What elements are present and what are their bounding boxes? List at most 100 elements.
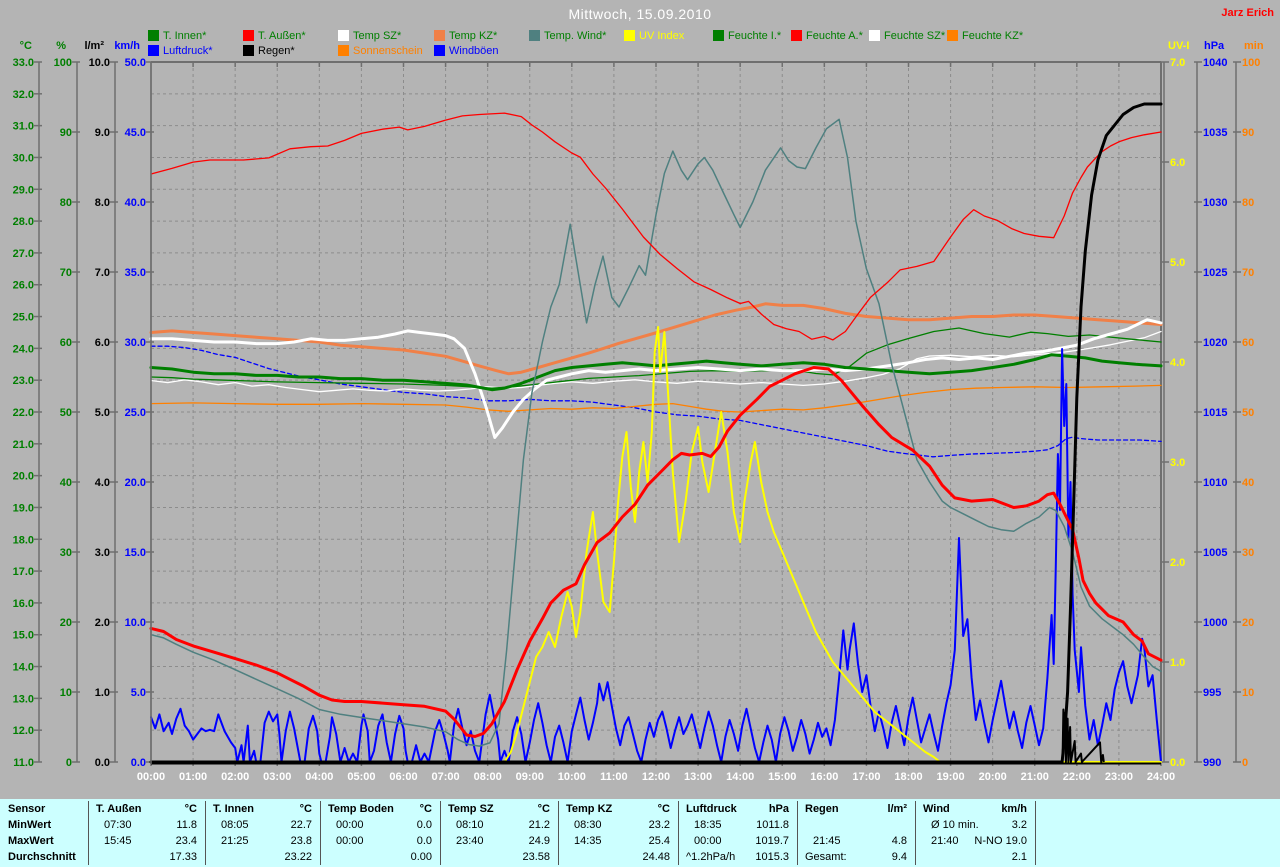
axis-tick-label: 990 [1203,757,1221,769]
axis-tick-label: 20.0 [13,471,34,483]
table-cell: N-NO 19.0 [915,835,1027,847]
series-t-innen [151,355,1161,390]
axis-tick-label: 35.0 [125,267,146,279]
axis-tick-label: 60 [1242,337,1254,349]
axis-tick-label: 1015 [1203,407,1227,419]
x-axis-label: 03:00 [263,771,291,783]
x-axis-label: 24:00 [1147,771,1175,783]
axis-tick-label: 70 [60,267,72,279]
axis-tick-label: 5.0 [1170,257,1185,269]
table-cell: 11.8 [88,819,197,831]
table-separator [915,801,916,865]
axis-tick-label: 5.0 [131,687,146,699]
table-cell: 0.00 [320,851,432,863]
axis-tick-label: 0.0 [95,757,110,769]
axis-tick-label: 90 [60,127,72,139]
axis-tick-label: 1030 [1203,197,1227,209]
axis-tick-label: 19.0 [13,502,34,514]
axis-tick-label: 1.0 [1170,657,1185,669]
table-cell: °C [320,803,432,815]
axis-tick-label: 18.0 [13,534,34,546]
table-separator [320,801,321,865]
table-cell: 1011.8 [678,819,789,831]
table-separator [797,801,798,865]
axis-tick-label: 26.0 [13,280,34,292]
axis-tick-label: 50 [60,407,72,419]
axis-tick-label: 31.0 [13,121,34,133]
table-cell: °C [88,803,197,815]
table-cell: 0.0 [320,835,432,847]
weather-app-window: Mittwoch, 15.09.2010 Jarz Erich T. Innen… [0,0,1280,867]
axis-tick-label: 995 [1203,687,1221,699]
table-cell: 21.2 [440,819,550,831]
axis-tick-label: 27.0 [13,248,34,260]
table-cell: 25.4 [558,835,670,847]
x-axis-label: 00:00 [137,771,165,783]
table-cell: °C [558,803,670,815]
table-cell: 17.33 [88,851,197,863]
table-cell: Durchschnitt [8,851,76,863]
axis-tick-label: 30 [1242,547,1254,559]
table-cell: Sensor [8,803,45,815]
x-axis-label: 20:00 [979,771,1007,783]
x-axis-label: 06:00 [389,771,417,783]
table-cell: 23.22 [205,851,312,863]
table-cell: 0.0 [320,819,432,831]
axis-tick-label: 25.0 [125,407,146,419]
axis-tick-label: 80 [60,197,72,209]
table-cell: 23.4 [88,835,197,847]
x-axis-label: 01:00 [179,771,207,783]
axis-tick-label: 15.0 [125,547,146,559]
table-cell: km/h [915,803,1027,815]
axis-tick-label: 50 [1242,407,1254,419]
axis-tick-label: 2.0 [95,617,110,629]
table-cell: MaxWert [8,835,54,847]
x-axis-label: 04:00 [305,771,333,783]
axis-tick-label: 1010 [1203,477,1227,489]
axis-tick-label: 8.0 [95,197,110,209]
table-cell: MinWert [8,819,51,831]
axis-tick-label: 29.0 [13,184,34,196]
table-cell: 23.8 [205,835,312,847]
x-axis-label: 23:00 [1105,771,1133,783]
axis-tick-label: 30.0 [13,152,34,164]
axis-tick-label: 1020 [1203,337,1227,349]
axis-tick-label: 22.0 [13,407,34,419]
x-axis-label: 11:00 [600,771,628,783]
axis-tick-label: 0.0 [131,757,146,769]
x-axis-label: 18:00 [894,771,922,783]
axis-tick-label: 45.0 [125,127,146,139]
axis-tick-label: 0.0 [1170,757,1185,769]
table-cell: °C [440,803,550,815]
axis-tick-label: 4.0 [95,477,110,489]
x-axis-label: 12:00 [642,771,670,783]
x-axis-label: 05:00 [347,771,375,783]
axis-tick-label: 90 [1242,127,1254,139]
table-separator [440,801,441,865]
axis-tick-label: 7.0 [1170,57,1185,69]
x-axis-label: 09:00 [516,771,544,783]
axis-tick-label: 1040 [1203,57,1227,69]
axis-tick-label: 100 [1242,57,1260,69]
axis-tick-label: 17.0 [13,566,34,578]
axis-tick-label: 30 [60,547,72,559]
table-cell: 4.8 [797,835,907,847]
axis-tick-label: 30.0 [125,337,146,349]
x-axis-label: 16:00 [810,771,838,783]
x-axis-label: 08:00 [474,771,502,783]
axis-tick-label: 20 [60,617,72,629]
axis-tick-label: 9.0 [95,127,110,139]
axis-tick-label: 100 [54,57,72,69]
x-axis-label: 21:00 [1021,771,1049,783]
table-cell: 9.4 [797,851,907,863]
axis-tick-label: 6.0 [1170,157,1185,169]
axis-tick-label: 2.0 [1170,557,1185,569]
table-cell: 24.9 [440,835,550,847]
x-axis-label: 02:00 [221,771,249,783]
axis-tick-label: 10.0 [89,57,110,69]
axis-tick-label: 15.0 [13,630,34,642]
table-cell: 22.7 [205,819,312,831]
axis-tick-label: 12.0 [13,725,34,737]
x-axis-label: 14:00 [726,771,754,783]
axis-tick-label: 16.0 [13,598,34,610]
